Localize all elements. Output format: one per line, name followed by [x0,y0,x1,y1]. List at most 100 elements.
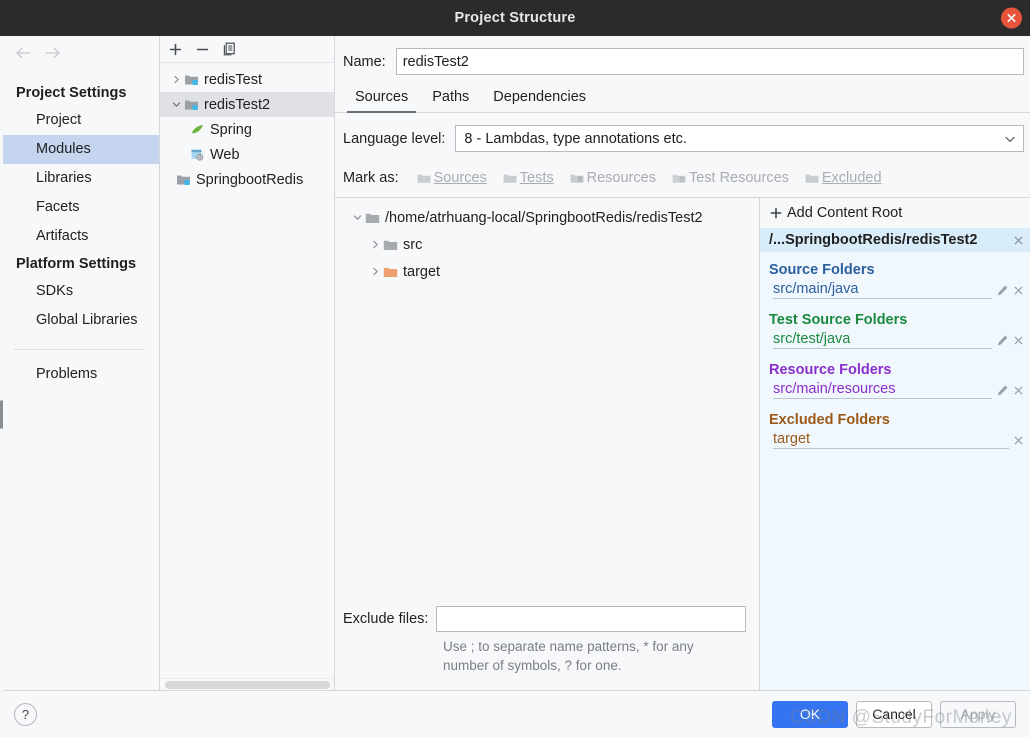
chevron-down-icon[interactable] [168,100,184,109]
sidebar-nav-list: Project Settings Project Modules Librari… [0,70,159,690]
modules-horizontal-scrollbar[interactable] [160,678,334,690]
mark-as-sources-button[interactable]: Sources [411,168,493,188]
pencil-glyph [997,285,1008,295]
module-tree-row-spring-facet[interactable]: Spring [160,117,334,142]
mark-as-tests-button[interactable]: Tests [497,168,560,188]
sidebar-item-global-libraries[interactable]: Global Libraries [0,306,159,335]
chevron-down-icon[interactable] [349,213,365,222]
exclude-files-input[interactable] [436,605,747,632]
sidebar-item-artifacts[interactable]: Artifacts [0,222,159,251]
tab-paths[interactable]: Paths [420,85,481,112]
copy-glyph [223,42,235,56]
edit-icon[interactable] [996,384,1009,397]
sidebar-item-modules[interactable]: Modules [0,135,159,165]
content-tree-row-src[interactable]: src [335,231,759,258]
chevron-right-glyph [372,240,378,249]
module-tree-row-redisTest[interactable]: redisTest [160,67,334,92]
source-folder-entry: src/main/java [760,280,1030,302]
cancel-button[interactable]: Cancel [856,700,932,728]
arrow-right-icon[interactable] [44,46,62,60]
sidebar-item-libraries[interactable]: Libraries [0,164,159,193]
folder-icon [365,212,383,224]
source-folder-path[interactable]: src/main/java [773,281,992,299]
tab-sources[interactable]: Sources [343,85,420,113]
module-icon [184,98,202,111]
remove-icon[interactable] [1013,435,1024,446]
chevron-down-icon [1005,131,1015,147]
module-tree-row-SpringbootRedis[interactable]: SpringbootRedis [160,167,334,192]
chevron-right-icon[interactable] [367,267,383,276]
edit-icon[interactable] [996,334,1009,347]
help-button[interactable]: ? [14,702,37,726]
module-tree-row-web-facet[interactable]: Web [160,142,334,167]
remove-icon[interactable] [1013,335,1024,346]
mark-as-test-resources-label: Test Resources [688,170,789,186]
window-left-edge [0,36,3,737]
exclude-files-hint: Use ; to separate name patterns, * for a… [443,638,694,674]
remove-icon[interactable] [1013,285,1024,296]
content-root-row[interactable]: /home/atrhuang-local/SpringbootRedis/red… [335,204,759,231]
sidebar-item-project[interactable]: Project [0,106,159,135]
facet-label: Web [210,146,240,163]
test-source-folders-title: Test Source Folders [769,312,908,328]
arrow-right-glyph [45,47,60,59]
resource-folder-entry: src/main/resources [760,380,1030,402]
module-editor: Name: Sources Paths Dependencies Languag… [335,36,1030,690]
modules-toolbar [160,36,334,63]
close-glyph [1014,336,1023,344]
tab-dependencies[interactable]: Dependencies [481,85,598,112]
window-title: Project Structure [454,10,576,26]
sidebar-item-sdks[interactable]: SDKs [0,277,159,306]
arrow-left-icon[interactable] [14,46,32,60]
copy-icon[interactable] [223,42,236,56]
close-glyph [1007,13,1016,23]
close-glyph [1014,236,1023,244]
exclude-files-row: Exclude files: [343,605,749,632]
edit-icon[interactable] [996,284,1009,297]
scrollbar-thumb[interactable] [165,681,330,689]
folder-test-resources-icon [672,174,686,183]
mark-as-excluded-button[interactable]: Excluded [799,168,888,188]
add-content-root-button[interactable]: Add Content Root [760,198,1030,228]
test-source-folder-path[interactable]: src/test/java [773,331,992,349]
module-label: SpringbootRedis [196,171,304,188]
modules-panel: redisTest redisTest2 Spring Web Springbo… [160,36,335,690]
settings-sidebar: Project Settings Project Modules Librari… [0,36,160,690]
remove-icon[interactable] [1013,385,1024,396]
module-glyph [177,175,190,185]
module-tree-row-redisTest2[interactable]: redisTest2 [160,92,334,117]
sidebar-item-problems[interactable]: Problems [0,360,159,389]
ok-button[interactable]: OK [772,700,848,728]
content-tree-row-target[interactable]: target [335,258,759,285]
name-label: Name: [343,53,386,70]
close-glyph [1014,386,1023,394]
mark-as-test-resources-button[interactable]: Test Resources [666,168,795,188]
content-root-header[interactable]: /...SpringbootRedis/redisTest2 [760,228,1030,252]
plus-glyph [169,43,182,55]
chevron-right-icon[interactable] [367,240,383,249]
resource-folder-path[interactable]: src/main/resources [773,381,992,399]
remove-content-root-icon[interactable] [1013,235,1024,246]
test-source-folder-entry: src/test/java [760,330,1030,352]
folder-sources-icon [417,174,430,183]
close-icon[interactable] [1001,7,1022,29]
minus-icon[interactable] [196,43,209,56]
mark-as-sources-label: Sources [433,170,487,186]
plus-icon[interactable] [169,43,182,56]
source-folders-title: Source Folders [769,262,875,278]
language-level-label: Language level: [343,130,446,147]
mark-as-excluded-label: Excluded [821,170,882,186]
language-level-select[interactable]: 8 - Lambdas, type annotations etc. [455,125,1024,152]
footer-buttons: OK Cancel Apply [772,700,1016,728]
excluded-folder-path[interactable]: target [773,431,1009,449]
nav-group-project-settings: Project Settings [16,85,127,101]
mark-as-resources-button[interactable]: Resources [564,168,662,188]
project-structure-dialog: Project Structure Project Settings Proje… [0,0,1030,737]
folder-tests-icon [503,174,517,183]
module-name-input[interactable] [395,48,1024,75]
chevron-right-icon[interactable] [168,75,184,84]
content-root-header-path: /...SpringbootRedis/redisTest2 [769,232,978,248]
detail-filler [760,452,1030,690]
sidebar-item-facets[interactable]: Facets [0,193,159,222]
module-glyph [185,100,198,110]
